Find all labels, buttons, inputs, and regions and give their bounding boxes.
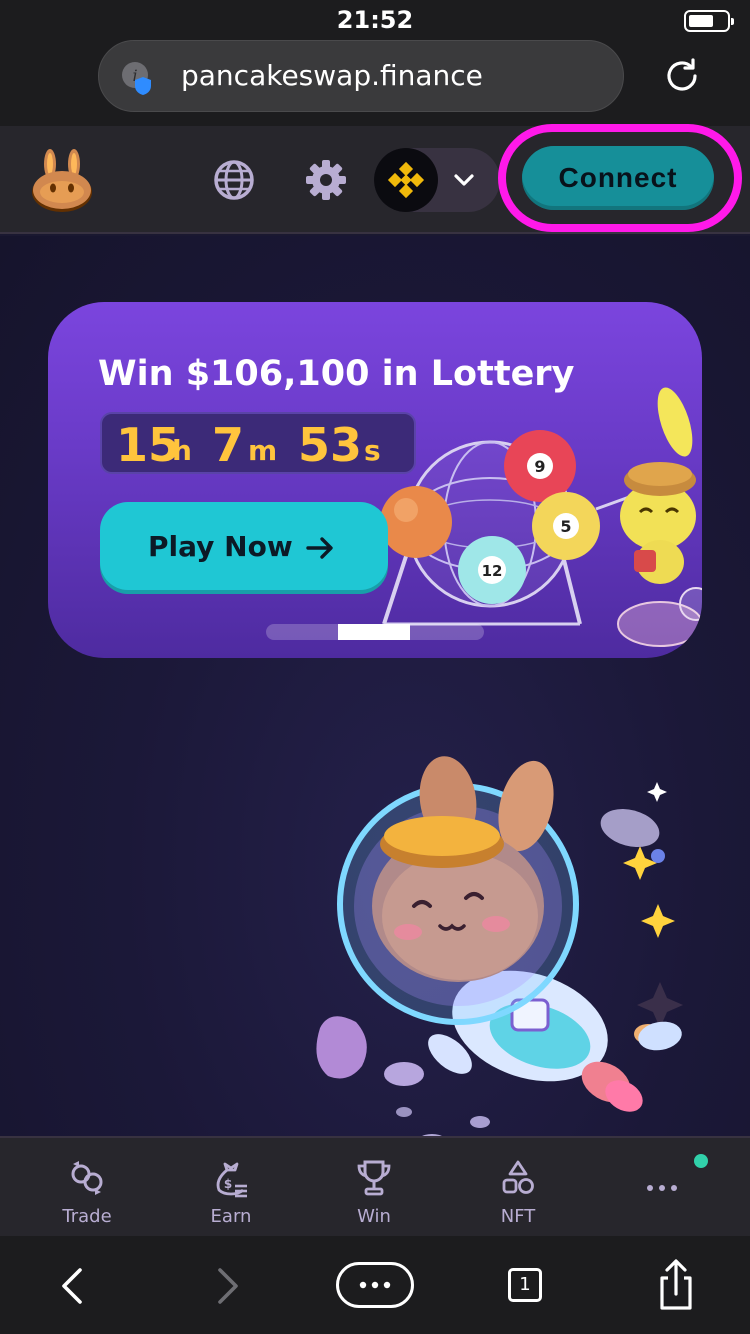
chevron-down-icon (454, 174, 474, 186)
countdown-hours-unit: h (172, 434, 192, 467)
battery-icon (684, 10, 734, 32)
countdown-seconds-unit: s (364, 434, 381, 467)
play-now-button[interactable]: Play Now (100, 502, 388, 594)
url-field[interactable]: i pancakeswap.finance (98, 40, 624, 112)
globe-icon[interactable] (212, 158, 256, 202)
earn-icon: $ (216, 1162, 247, 1198)
nav-item-win[interactable]: Win (319, 1138, 429, 1238)
url-text: pancakeswap.finance (181, 59, 483, 92)
tabs-button[interactable]: 1 (508, 1268, 542, 1302)
site-info-icon[interactable]: i (121, 61, 155, 95)
browser-menu-button[interactable] (336, 1262, 414, 1308)
browser-address-bar: i pancakeswap.finance (0, 40, 750, 126)
forward-icon[interactable] (196, 1258, 256, 1314)
countdown-hours: 15 (116, 418, 181, 472)
pancakeswap-logo-icon[interactable] (30, 146, 98, 214)
main-content: 9 5 12 Win $106,100 in Lottery 15 h 7 m … (0, 236, 750, 1136)
nav-label: NFT (500, 1206, 536, 1227)
nav-item-trade[interactable]: Trade (32, 1138, 142, 1238)
share-icon[interactable] (646, 1258, 706, 1314)
ball-number: 12 (482, 562, 503, 580)
nav-label: Earn (210, 1206, 252, 1227)
lottery-countdown: 15 h 7 m 53 s (100, 412, 416, 474)
more-dots-icon (647, 1185, 677, 1191)
nav-item-earn[interactable]: $ Earn (176, 1138, 286, 1238)
notification-dot (694, 1154, 708, 1168)
back-icon[interactable] (44, 1258, 104, 1314)
network-selector[interactable] (374, 148, 500, 212)
nav-label: Trade (62, 1206, 112, 1227)
browser-toolbar: 1 (0, 1236, 750, 1334)
countdown-minutes: 7 (212, 418, 245, 472)
connect-label: Connect (558, 162, 678, 193)
astronaut-bunny-illustration (316, 756, 683, 1136)
countdown-minutes-unit: m (248, 434, 278, 467)
play-now-label: Play Now (148, 530, 293, 563)
bnb-chain-icon (374, 148, 438, 212)
nft-icon (502, 1160, 534, 1194)
lottery-banner[interactable]: 9 5 12 Win $106,100 in Lottery 15 h 7 m … (48, 302, 702, 658)
svg-text:$: $ (224, 1177, 232, 1191)
status-bar: 21:52 (0, 0, 750, 40)
nav-item-nft[interactable]: NFT (463, 1138, 573, 1238)
screen: 21:52 i pancakeswap.finance Connect 9 5 … (0, 0, 750, 1334)
countdown-seconds: 53 (298, 418, 363, 472)
status-time: 21:52 (336, 6, 414, 34)
pager-active-indicator (338, 624, 410, 640)
app-header: Connect (0, 124, 750, 234)
trade-icon (71, 1161, 103, 1195)
ball-number: 9 (534, 457, 545, 476)
reload-icon[interactable] (662, 56, 702, 96)
trophy-icon (357, 1160, 391, 1196)
nav-label: Win (357, 1206, 391, 1227)
ball-number: 5 (560, 517, 571, 536)
banner-pager[interactable] (266, 624, 484, 640)
arrow-right-icon (306, 537, 333, 559)
settings-gear-icon[interactable] (304, 158, 348, 202)
banner-title: Win $106,100 in Lottery (98, 354, 575, 394)
nav-item-more[interactable] (607, 1138, 717, 1238)
bottom-navigation: Trade $ Earn Win NFT (0, 1136, 750, 1236)
ellipsis-icon (359, 1281, 391, 1289)
connect-wallet-button[interactable]: Connect (522, 146, 714, 210)
